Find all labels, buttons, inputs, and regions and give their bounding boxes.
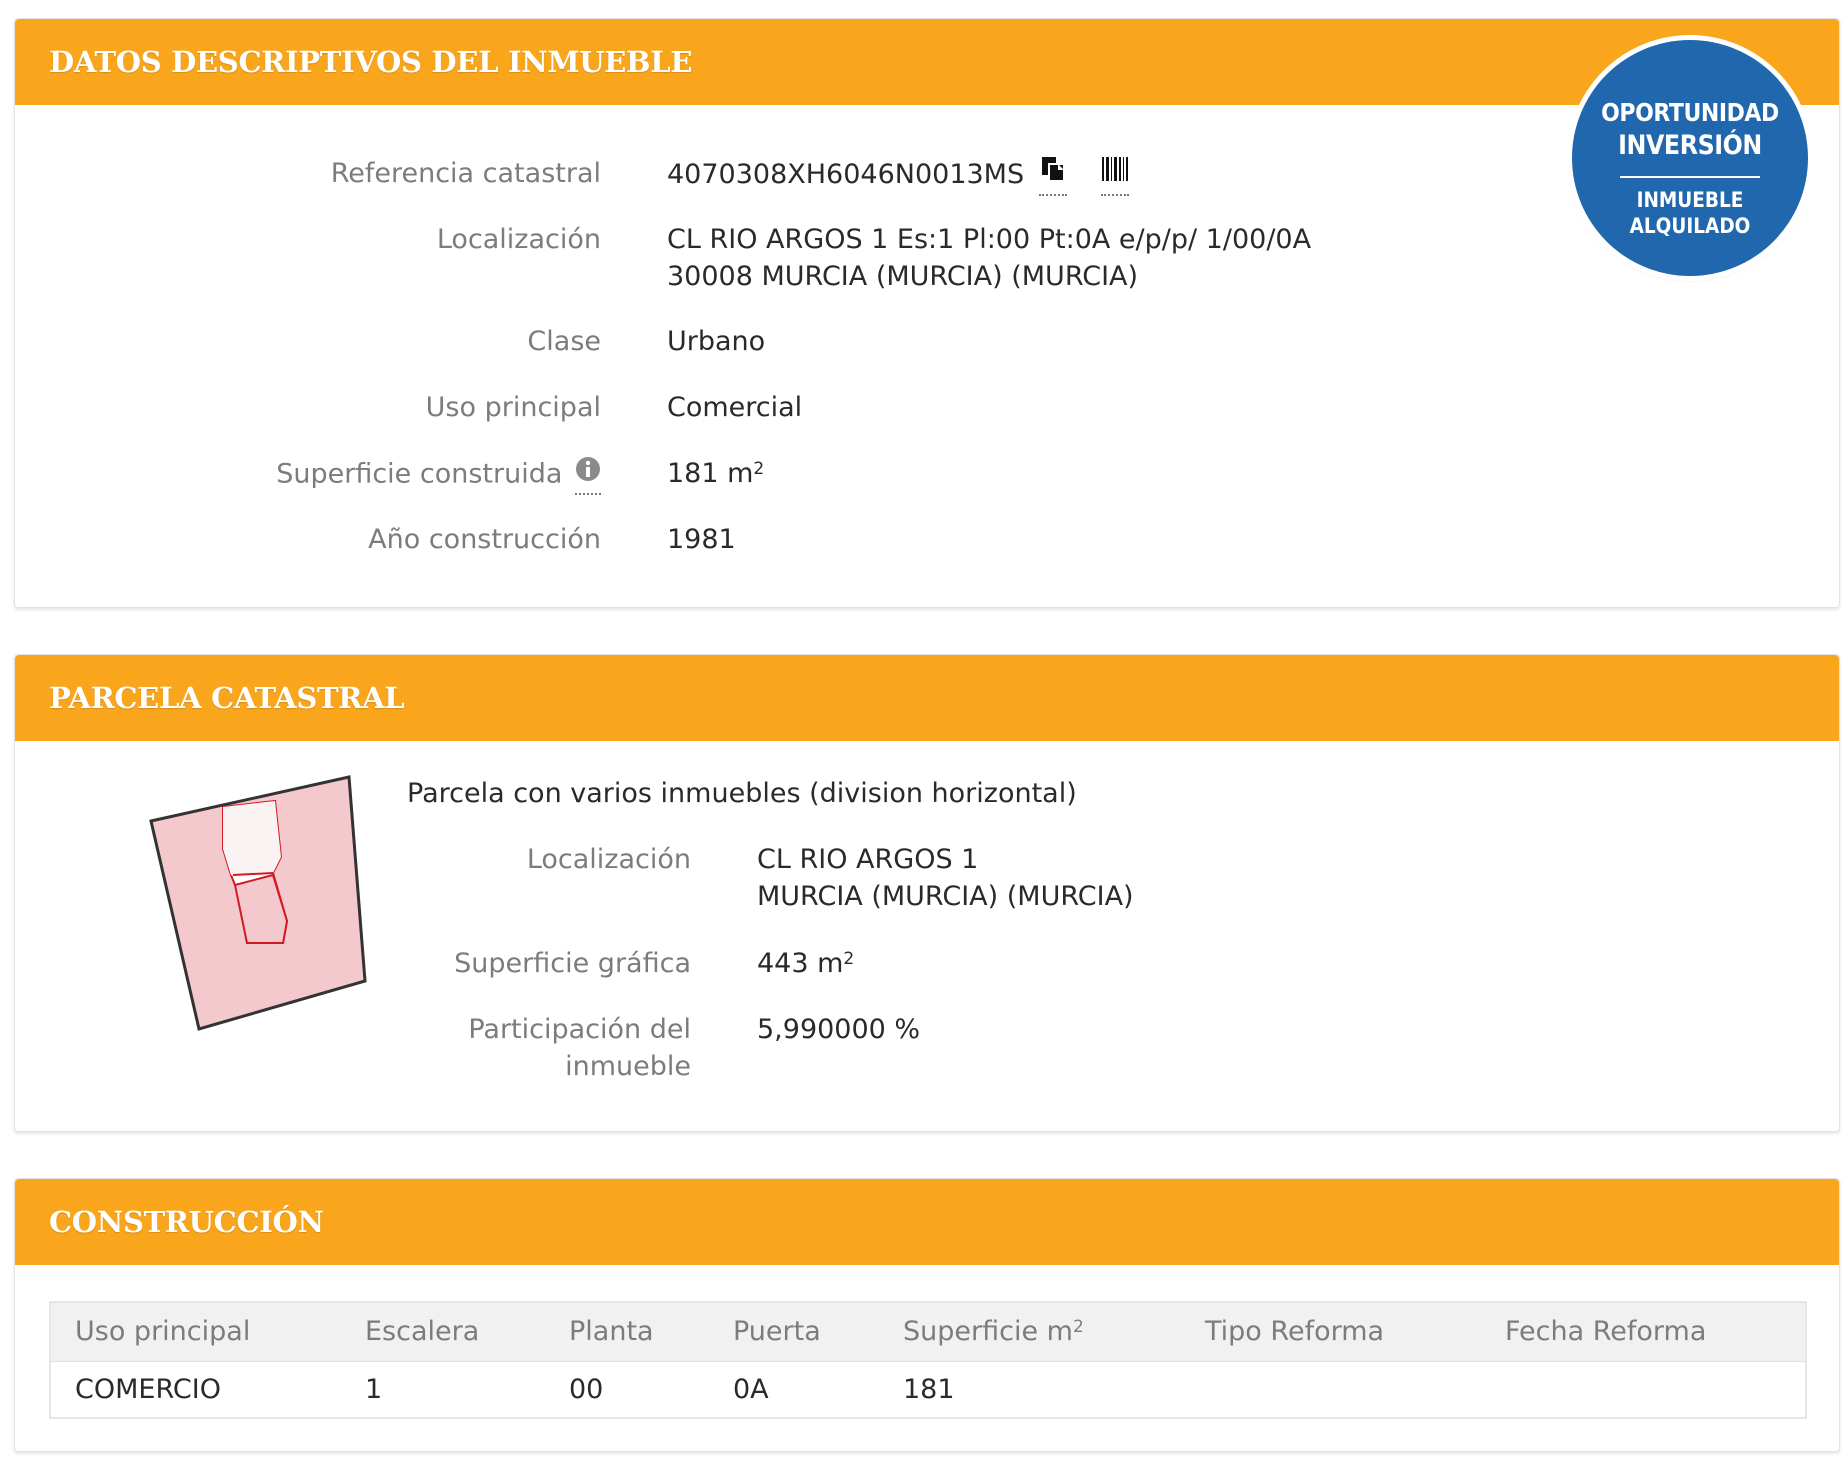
col-tipo-reforma: Tipo Reforma bbox=[1205, 1316, 1385, 1347]
referencia-value: 4070308XH6046N0013MS bbox=[667, 159, 1025, 190]
anio-construccion-value: 1981 bbox=[667, 524, 736, 555]
parcela-description: Parcela con varios inmuebles (division h… bbox=[407, 778, 1077, 809]
badge-separator bbox=[1620, 176, 1760, 178]
col-planta: Planta bbox=[569, 1316, 654, 1347]
table-row-planta: 00 bbox=[569, 1374, 604, 1405]
construccion-table: Uso principal Escalera Planta Puerta Sup… bbox=[49, 1301, 1807, 1419]
superficie-grafica-value: 443 m2 bbox=[757, 945, 854, 982]
barcode-icon[interactable] bbox=[1101, 155, 1130, 196]
superficie-construida-value: 181 m2 bbox=[667, 455, 764, 492]
participacion-label: Participación del inmueble bbox=[15, 1011, 691, 1085]
parcela-localizacion-line2: MURCIA (MURCIA) (MURCIA) bbox=[757, 881, 1134, 912]
table-row-superficie: 181 bbox=[903, 1374, 955, 1405]
superficie-construida-label-row: Superficie construida bbox=[15, 455, 601, 495]
participacion-value: 5,990000 % bbox=[757, 1014, 921, 1045]
parcela-map-thumbnail[interactable] bbox=[135, 769, 375, 1039]
col-fecha-reforma: Fecha Reforma bbox=[1505, 1316, 1707, 1347]
parcela-catastral-header: PARCELA CATASTRAL bbox=[15, 655, 1839, 741]
table-row-puerta: 0A bbox=[733, 1374, 769, 1405]
badge-line2: INVERSIÓN bbox=[1618, 130, 1762, 161]
parcela-catastral-title: PARCELA CATASTRAL bbox=[49, 681, 405, 715]
construccion-title: CONSTRUCCIÓN bbox=[49, 1205, 324, 1239]
col-uso-principal: Uso principal bbox=[75, 1316, 251, 1347]
superficie-construida-number: 181 m bbox=[667, 458, 754, 489]
referencia-label: Referencia catastral bbox=[330, 158, 601, 189]
badge-line3: INMUEBLE bbox=[1636, 188, 1744, 212]
superficie-grafica-unit: 2 bbox=[843, 949, 855, 969]
participacion-label-line1: Participación del bbox=[468, 1014, 691, 1045]
localizacion-label: Localización bbox=[436, 224, 601, 255]
col-escalera: Escalera bbox=[365, 1316, 480, 1347]
copy-icon[interactable] bbox=[1038, 155, 1067, 196]
superficie-grafica-number: 443 m bbox=[757, 948, 844, 979]
parcela-localizacion-line1: CL RIO ARGOS 1 bbox=[757, 844, 979, 875]
uso-principal-value: Comercial bbox=[667, 392, 803, 423]
datos-descriptivos-panel: DATOS DESCRIPTIVOS DEL INMUEBLE Referenc… bbox=[14, 18, 1840, 608]
parcela-localizacion-label: Localización bbox=[526, 844, 691, 875]
badge-line4: ALQUILADO bbox=[1629, 214, 1751, 238]
localizacion-value: CL RIO ARGOS 1 Es:1 Pl:00 Pt:0A e/p/p/ 1… bbox=[667, 221, 1311, 295]
badge-line1: OPORTUNIDAD bbox=[1601, 98, 1779, 127]
datos-descriptivos-header: DATOS DESCRIPTIVOS DEL INMUEBLE bbox=[15, 19, 1839, 105]
construccion-panel: CONSTRUCCIÓN Uso principal Escalera Plan… bbox=[14, 1178, 1840, 1452]
parcela-catastral-panel: PARCELA CATASTRAL Parcela con varios inm… bbox=[14, 654, 1840, 1132]
uso-principal-label: Uso principal bbox=[425, 392, 601, 423]
anio-construccion-label: Año construcción bbox=[368, 524, 601, 555]
col-superficie-unit: 2 bbox=[1072, 1317, 1084, 1337]
datos-descriptivos-title: DATOS DESCRIPTIVOS DEL INMUEBLE bbox=[49, 45, 693, 79]
oportunidad-inversion-badge: OPORTUNIDAD INVERSIÓN INMUEBLE ALQUILADO bbox=[1572, 40, 1808, 276]
clase-label: Clase bbox=[527, 326, 601, 357]
parcela-localizacion-value: CL RIO ARGOS 1 MURCIA (MURCIA) (MURCIA) bbox=[757, 841, 1134, 915]
superficie-grafica-label: Superficie gráfica bbox=[454, 948, 691, 979]
col-superficie-label: Superficie m bbox=[903, 1316, 1073, 1347]
col-puerta: Puerta bbox=[733, 1316, 821, 1347]
clase-value: Urbano bbox=[667, 326, 766, 357]
referencia-value-row: 4070308XH6046N0013MS bbox=[667, 155, 1130, 196]
construccion-header: CONSTRUCCIÓN bbox=[15, 1179, 1839, 1265]
localizacion-line2: 30008 MURCIA (MURCIA) (MURCIA) bbox=[667, 261, 1139, 292]
table-row-escalera: 1 bbox=[365, 1374, 383, 1405]
participacion-label-line2: inmueble bbox=[565, 1051, 691, 1082]
superficie-construida-unit: 2 bbox=[753, 459, 765, 479]
superficie-construida-label: Superficie construida bbox=[276, 458, 563, 490]
table-row-uso: COMERCIO bbox=[75, 1374, 221, 1405]
info-icon[interactable] bbox=[575, 455, 601, 495]
col-superficie: Superficie m2 bbox=[903, 1313, 1084, 1350]
localizacion-line1: CL RIO ARGOS 1 Es:1 Pl:00 Pt:0A e/p/p/ 1… bbox=[667, 224, 1312, 255]
